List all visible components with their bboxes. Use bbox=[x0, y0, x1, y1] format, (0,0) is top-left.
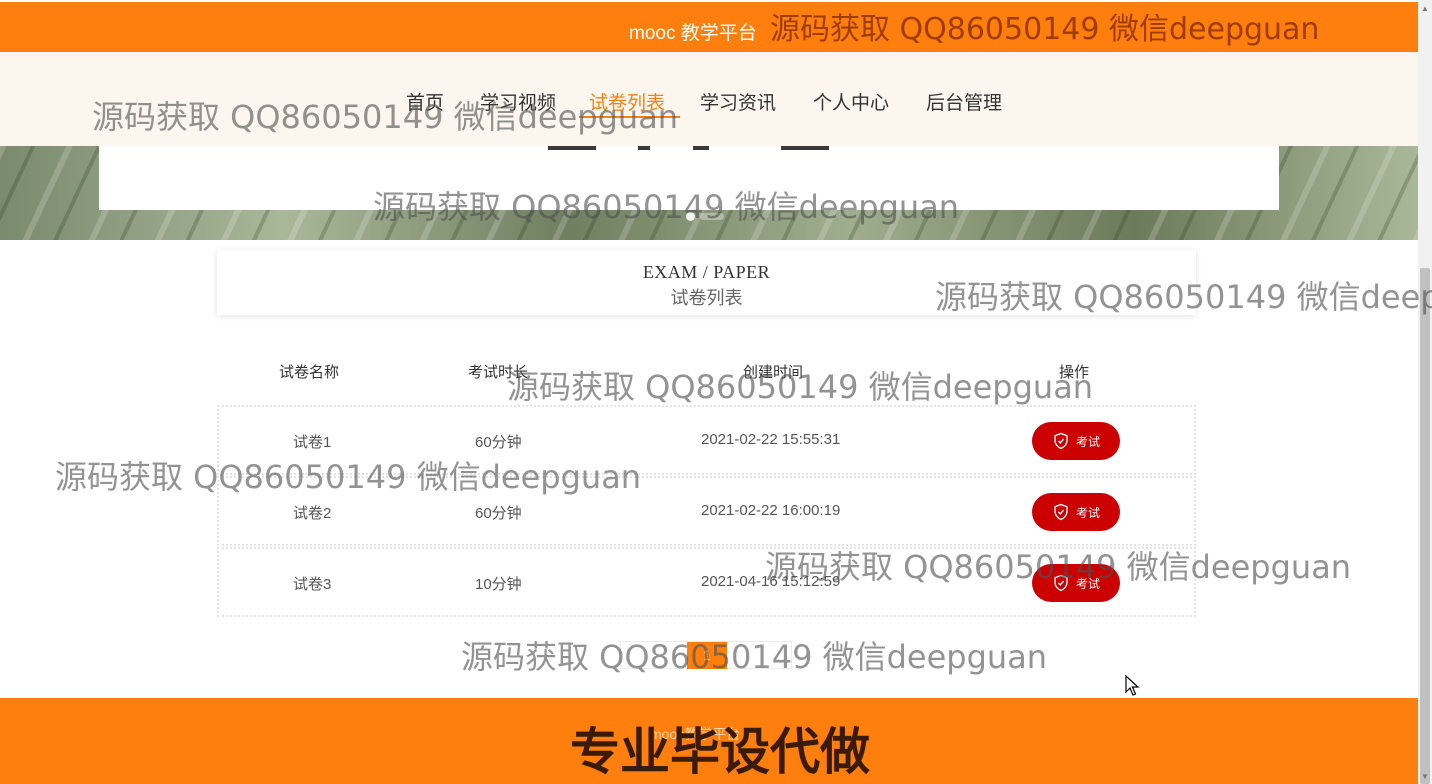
pagination: 1 bbox=[620, 641, 792, 669]
pagination-current-page[interactable]: 1 bbox=[687, 642, 727, 669]
nav-item-home[interactable]: 首页 bbox=[406, 88, 444, 115]
paper-created-time: 2021-04-16 15:12:59 bbox=[701, 573, 841, 590]
exam-button-label: 考试 bbox=[1075, 505, 1100, 520]
carousel-dot[interactable] bbox=[700, 213, 724, 220]
column-header-created: 创建时间 bbox=[743, 364, 804, 381]
shield-check-icon bbox=[1054, 503, 1068, 521]
paper-name: 试卷2 bbox=[293, 505, 332, 522]
banner-carousel bbox=[0, 146, 1418, 240]
exam-button[interactable]: 考试 bbox=[1032, 493, 1120, 531]
main-nav: 首页 学习视频 试卷列表 学习资讯 个人中心 后台管理 bbox=[0, 52, 1418, 146]
paper-name: 试卷3 bbox=[293, 576, 332, 593]
table-row: 试卷3 10分钟 2021-04-16 15:12:59 考试 bbox=[217, 547, 1196, 617]
nav-item-videos[interactable]: 学习视频 bbox=[480, 88, 556, 115]
paper-name: 试卷1 bbox=[293, 434, 332, 451]
banner-mark bbox=[548, 146, 596, 150]
banner-mark bbox=[693, 146, 709, 150]
banner-mark bbox=[781, 146, 829, 150]
banner-mark bbox=[638, 146, 650, 150]
paper-duration: 60分钟 bbox=[475, 505, 522, 522]
carousel-dot-active[interactable] bbox=[686, 212, 695, 221]
paper-duration: 60分钟 bbox=[475, 434, 522, 451]
paper-duration: 10分钟 bbox=[475, 576, 522, 593]
exam-button-label: 考试 bbox=[1075, 434, 1100, 449]
paper-created-time: 2021-02-22 15:55:31 bbox=[701, 431, 841, 448]
nav-item-news[interactable]: 学习资讯 bbox=[700, 88, 776, 115]
banner-card bbox=[99, 146, 1279, 210]
column-header-action: 操作 bbox=[1059, 364, 1090, 381]
column-header-duration: 考试时长 bbox=[468, 364, 529, 381]
section-title-en: EXAM / PAPER bbox=[642, 262, 771, 282]
scrollbar-thumb[interactable] bbox=[1420, 268, 1430, 784]
mouse-cursor-icon bbox=[1125, 675, 1140, 696]
shield-check-icon bbox=[1054, 574, 1068, 592]
exam-button[interactable]: 考试 bbox=[1032, 564, 1120, 602]
nav-item-exam-list[interactable]: 试卷列表 bbox=[589, 88, 665, 115]
table-row: 试卷2 60分钟 2021-02-22 16:00:19 考试 bbox=[217, 476, 1196, 546]
promo-overlay-text: 专业毕设代做 bbox=[570, 723, 870, 781]
column-header-name: 试卷名称 bbox=[279, 364, 340, 381]
scroll-down-icon[interactable]: ▼ bbox=[1421, 772, 1429, 781]
scroll-up-icon[interactable]: ▲ bbox=[1421, 4, 1429, 13]
top-bar: mooc 教学平台 bbox=[0, 2, 1418, 52]
shield-check-icon bbox=[1054, 432, 1068, 450]
table-row: 试卷1 60分钟 2021-02-22 15:55:31 考试 bbox=[217, 405, 1196, 475]
exam-button-label: 考试 bbox=[1075, 576, 1100, 591]
site-title: mooc 教学平台 bbox=[629, 23, 757, 44]
section-title-cn: 试卷列表 bbox=[670, 288, 743, 308]
page-scrollbar[interactable]: ▲ ▼ bbox=[1418, 0, 1432, 784]
exam-button[interactable]: 考试 bbox=[1032, 422, 1120, 460]
nav-item-admin[interactable]: 后台管理 bbox=[926, 88, 1002, 115]
nav-active-underline bbox=[579, 116, 680, 118]
nav-item-profile[interactable]: 个人中心 bbox=[813, 88, 889, 115]
paper-created-time: 2021-02-22 16:00:19 bbox=[701, 502, 841, 519]
section-header: EXAM / PAPER 试卷列表 bbox=[217, 250, 1196, 315]
